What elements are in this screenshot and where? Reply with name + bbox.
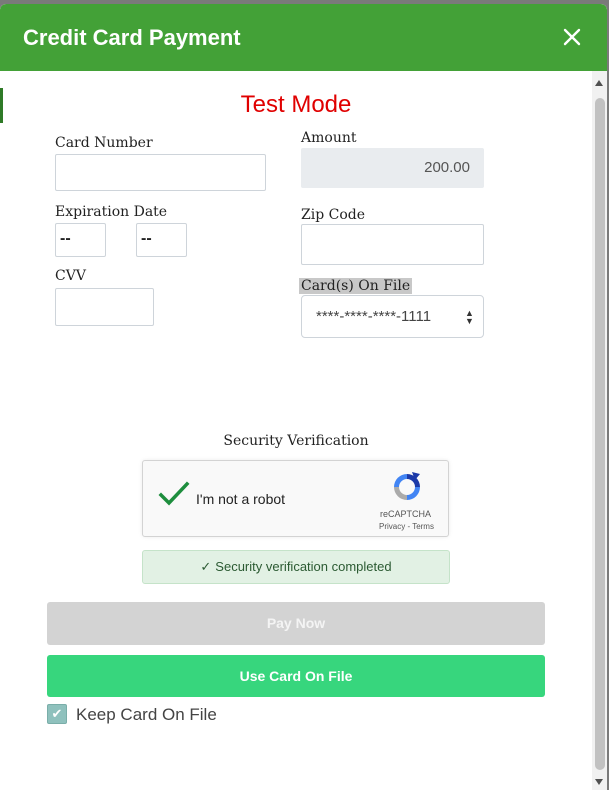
amount-label: Amount: [301, 130, 357, 146]
test-mode-label: Test Mode: [240, 91, 352, 118]
security-verification-title: Security Verification: [223, 433, 369, 449]
payment-modal: Credit Card Payment Test Mode Card Numbe…: [0, 4, 607, 790]
expiration-date-label: Expiration Date: [55, 204, 168, 220]
cards-on-file-selected: ****-****-****-1111: [316, 308, 432, 325]
keep-card-checkbox[interactable]: ✔: [47, 704, 67, 724]
cards-on-file-select[interactable]: ****-****-****-1111 ▲ ▼: [301, 295, 484, 338]
close-icon[interactable]: [558, 23, 586, 51]
amount-field: 200.00: [301, 148, 484, 188]
expiration-year-field[interactable]: --: [136, 223, 187, 257]
cards-on-file-label: Card(s) On File: [299, 278, 413, 294]
verification-status-text: Security verification completed: [215, 559, 392, 574]
cvv-input[interactable]: [55, 288, 154, 326]
background-edge: [0, 88, 3, 123]
keep-card-label: Keep Card On File: [76, 705, 217, 724]
recaptcha-brand: reCAPTCHA: [380, 509, 432, 519]
recaptcha-links[interactable]: Privacy - Terms: [379, 522, 434, 531]
scrollbar-thumb[interactable]: [595, 98, 605, 770]
card-number-input[interactable]: [55, 154, 266, 191]
modal-title: Credit Card Payment: [23, 25, 241, 50]
zip-code-input[interactable]: [301, 224, 484, 265]
select-caret-icon: ▲ ▼: [465, 308, 474, 326]
cards-on-file-label-text: Card(s) On File: [299, 278, 413, 294]
recaptcha-widget: I'm not a robot reCAPTCHA Privacy - Term…: [142, 460, 449, 537]
zip-code-label: Zip Code: [301, 207, 366, 223]
scroll-down-arrow-icon[interactable]: [595, 779, 603, 785]
verification-status: ✓ Security verification completed: [142, 550, 450, 584]
scroll-up-arrow-icon[interactable]: [595, 80, 603, 86]
pay-now-button[interactable]: Pay Now: [47, 602, 545, 645]
check-icon: ✓: [200, 559, 212, 574]
modal-header: Credit Card Payment: [0, 4, 607, 71]
card-number-label: Card Number: [55, 135, 153, 151]
modal-scrollbar[interactable]: [592, 71, 607, 790]
captcha-label: I'm not a robot: [196, 491, 286, 507]
use-card-on-file-button[interactable]: Use Card On File: [47, 655, 545, 697]
expiration-month-field[interactable]: --: [55, 223, 106, 257]
recaptcha-logo-icon: [391, 471, 423, 503]
captcha-checkmark-icon[interactable]: [158, 481, 190, 509]
cvv-label: CVV: [55, 268, 86, 284]
